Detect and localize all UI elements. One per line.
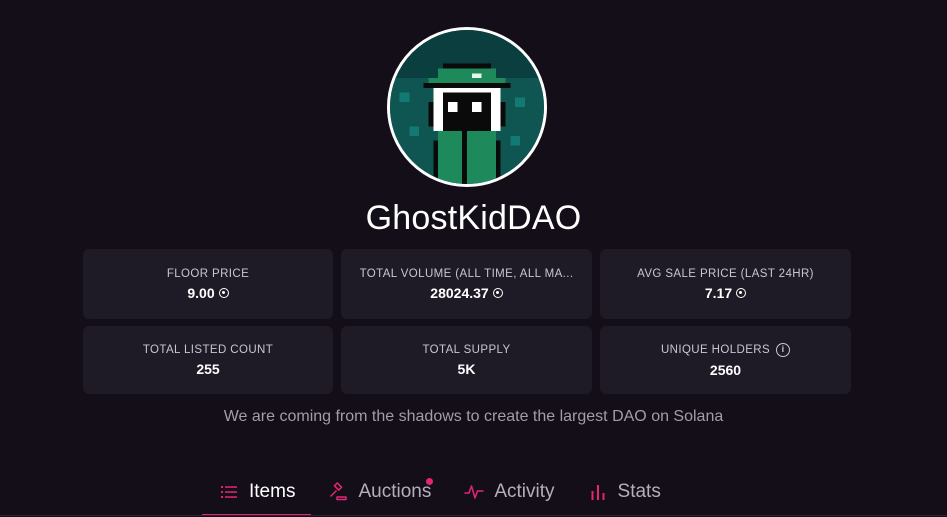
stat-value: 7.17 — [704, 284, 733, 301]
tab-auctions[interactable]: Auctions — [311, 470, 447, 514]
stat-value: 255 — [196, 360, 220, 377]
ghost-kid-pixel-avatar-icon — [390, 30, 544, 184]
activity-icon — [464, 485, 485, 499]
gavel-icon — [330, 482, 348, 501]
list-icon — [221, 486, 237, 498]
tab-activity[interactable]: Activity — [447, 470, 570, 514]
stat-value-row: 28024.37 — [430, 284, 503, 301]
tabs-divider — [0, 515, 947, 516]
tab-items[interactable]: Items — [202, 470, 312, 516]
sol-icon — [218, 287, 229, 298]
stat-value-row: 5K — [458, 361, 476, 377]
stat-card-unique-holders: UNIQUE HOLDERS i 2560 — [600, 326, 851, 394]
collection-avatar — [387, 27, 547, 187]
stat-label: TOTAL VOLUME (ALL TIME, ALL MA... — [359, 267, 574, 280]
stat-value: 2560 — [709, 361, 742, 378]
stat-card-total-volume: TOTAL VOLUME (ALL TIME, ALL MA... 28024.… — [341, 249, 592, 319]
stat-label: FLOOR PRICE — [166, 267, 250, 280]
stat-card-total-listed: TOTAL LISTED COUNT 255 — [83, 326, 333, 394]
stat-value: 5K — [457, 360, 476, 377]
collection-description: We are coming from the shadows to create… — [223, 408, 724, 425]
collection-title: GhostKidDAO — [365, 199, 582, 237]
stat-card-floor-price: FLOOR PRICE 9.00 — [83, 249, 333, 319]
stat-label: TOTAL SUPPLY — [422, 343, 511, 356]
collection-page: GhostKidDAO FLOOR PRICE 9.00 TOTAL VOLUM… — [0, 0, 947, 517]
stat-card-total-supply: TOTAL SUPPLY 5K — [341, 326, 592, 394]
stat-label: UNIQUE HOLDERS — [660, 343, 771, 356]
sol-icon — [492, 287, 503, 298]
stat-label: AVG SALE PRICE (LAST 24HR) — [637, 267, 814, 280]
stat-label: TOTAL LISTED COUNT — [142, 343, 274, 356]
tab-label: Auctions — [358, 481, 432, 502]
notification-dot — [426, 478, 434, 485]
stat-value-row: 255 — [196, 361, 219, 377]
stat-value-row: 7.17 — [704, 284, 747, 301]
sol-icon — [736, 287, 747, 298]
tab-label: Items — [249, 481, 296, 502]
stat-value: 28024.37 — [430, 284, 489, 301]
bar-chart-icon — [591, 485, 605, 500]
tab-label: Activity — [494, 481, 555, 502]
tab-stats[interactable]: Stats — [571, 470, 677, 514]
stat-value-row: 2560 — [710, 362, 741, 378]
stats-grid: FLOOR PRICE 9.00 TOTAL VOLUME (ALL TIME,… — [83, 249, 851, 394]
collection-tabs: Items Auctions Activity Stats — [202, 470, 677, 517]
stat-label-row: UNIQUE HOLDERS i — [660, 342, 791, 357]
stat-card-avg-sale-price: AVG SALE PRICE (LAST 24HR) 7.17 — [600, 249, 851, 319]
stat-value-row: 9.00 — [187, 284, 229, 301]
info-icon[interactable]: i — [776, 342, 791, 357]
stat-value: 9.00 — [187, 284, 215, 301]
tab-label: Stats — [617, 481, 661, 502]
